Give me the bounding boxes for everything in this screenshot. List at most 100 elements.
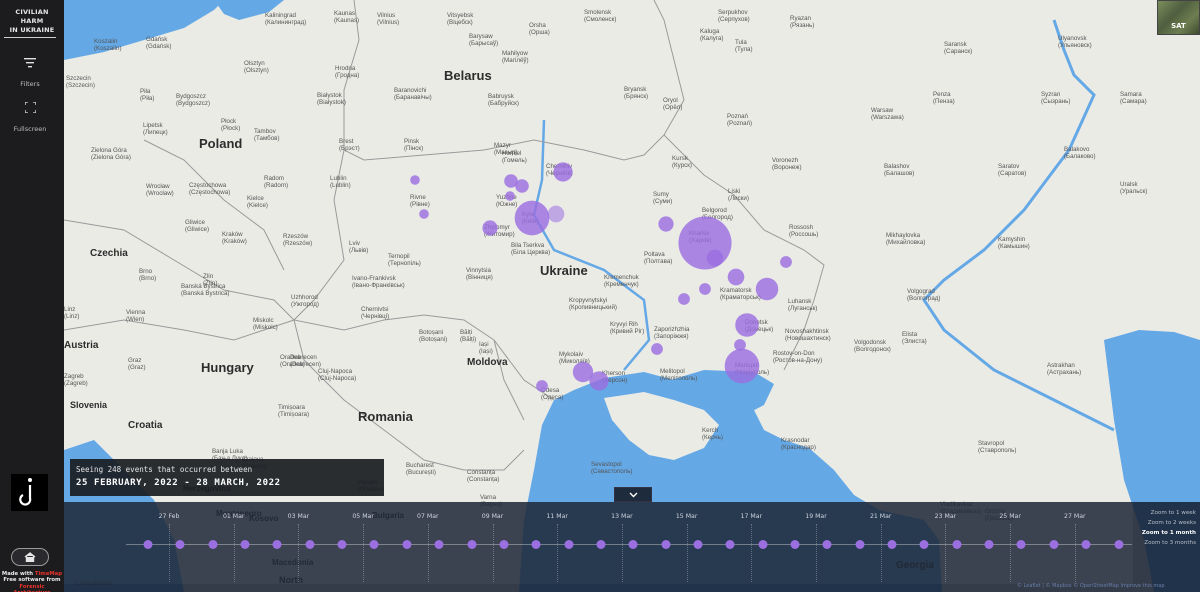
city-label: Baranovichi (Баранавічы) <box>394 87 432 101</box>
event-marker[interactable] <box>706 249 724 267</box>
timeline-event-dot[interactable] <box>855 540 865 549</box>
timeline-collapse-button[interactable] <box>614 487 652 502</box>
satellite-toggle-label: SAT <box>1171 22 1186 30</box>
timeline-date-label: 17 Mar <box>740 513 763 520</box>
timeline-date-label: 23 Mar <box>934 513 957 520</box>
city-label: Constanța (Constanța) <box>467 469 499 483</box>
event-summary-text: Seeing 248 events that occurred between <box>76 465 253 474</box>
country-label: Poland <box>199 136 242 151</box>
app-title-line2: IN UKRAINE <box>9 26 55 34</box>
timeline-event-dot[interactable] <box>1081 540 1091 549</box>
title-divider <box>4 37 56 38</box>
timeline-date-label: 07 Mar <box>417 513 439 520</box>
timeline[interactable]: 27 Feb 01 Mar 03 Mar 05 Mar 07 Mar 09 Mar 11 M… <box>64 502 1200 592</box>
event-marker[interactable] <box>755 277 779 301</box>
timeline-event-dot[interactable] <box>1049 540 1059 549</box>
event-marker[interactable] <box>505 191 515 201</box>
country-label: Croatia <box>128 420 163 431</box>
filter-icon <box>24 58 36 68</box>
app-title: CIVILIAN HARM IN UKRAINE <box>3 8 61 35</box>
timeline-event-dot[interactable] <box>564 540 574 549</box>
event-marker[interactable] <box>419 209 429 219</box>
timeline-event-dot[interactable] <box>434 540 444 549</box>
event-marker[interactable] <box>678 216 732 270</box>
city-label: Uzhhorod (Ужгород) <box>291 294 319 308</box>
timeline-date-label: 03 Mar <box>287 513 310 520</box>
event-marker[interactable] <box>514 200 550 236</box>
timeline-tick <box>298 524 300 582</box>
event-marker[interactable] <box>658 216 674 232</box>
timeline-event-dot[interactable] <box>952 540 962 549</box>
timeline-event-dot[interactable] <box>175 540 185 549</box>
event-marker[interactable] <box>410 175 420 185</box>
city-label: Banská Bystrica (Banská Bystrica) <box>181 283 229 297</box>
timeline-event-dot[interactable] <box>272 540 282 549</box>
event-marker[interactable] <box>780 256 792 268</box>
event-marker[interactable] <box>547 205 565 223</box>
timeline-event-dot[interactable] <box>369 540 379 549</box>
timeline-event-dot[interactable] <box>531 540 541 549</box>
timeline-event-dot[interactable] <box>628 540 638 549</box>
timeline-date-label: 11 Mar <box>546 513 568 520</box>
event-marker[interactable] <box>553 162 573 182</box>
event-marker[interactable] <box>699 283 711 295</box>
zoom-option[interactable]: Zoom to 3 months <box>1144 540 1196 546</box>
timemap-link[interactable]: TimeMap <box>35 571 62 577</box>
logo <box>11 474 48 511</box>
timeline-event-dot[interactable] <box>919 540 929 549</box>
timeline-event-dot[interactable] <box>208 540 218 549</box>
timeline-event-dot[interactable] <box>661 540 671 549</box>
timeline-event-dot[interactable] <box>143 540 153 549</box>
satellite-toggle-button[interactable]: SAT <box>1157 0 1200 35</box>
event-marker[interactable] <box>727 268 745 286</box>
timeline-event-dot[interactable] <box>1016 540 1026 549</box>
timeline-event-dot[interactable] <box>758 540 768 549</box>
event-marker[interactable] <box>651 343 663 355</box>
timeline-event-dot[interactable] <box>499 540 509 549</box>
forensic-architecture-link[interactable]: Forensic Architecture <box>0 584 64 592</box>
event-marker[interactable] <box>504 174 518 188</box>
event-marker[interactable] <box>678 293 690 305</box>
zoom-option[interactable]: Zoom to 1 week <box>1151 510 1196 516</box>
city-label: Kamyshin (Камышин) <box>998 236 1030 250</box>
event-marker[interactable] <box>589 371 609 391</box>
timeline-event-dot[interactable] <box>240 540 250 549</box>
timeline-event-dot[interactable] <box>596 540 606 549</box>
country-label: Hungary <box>201 360 255 375</box>
country-label: Moldova <box>467 357 508 368</box>
timeline-tick <box>751 524 753 582</box>
timeline-event-dot[interactable] <box>822 540 832 549</box>
event-marker[interactable] <box>735 313 759 337</box>
app-root: CIVILIAN HARM IN UKRAINE Filters Fullscr… <box>0 0 1200 592</box>
fullscreen-label: Fullscreen <box>13 125 47 133</box>
timeline-event-dot[interactable] <box>1114 540 1123 549</box>
home-button[interactable] <box>11 548 49 566</box>
country-label: Belarus <box>444 68 492 83</box>
timeline-event-dot[interactable] <box>725 540 735 549</box>
timeline-event-dot[interactable] <box>693 540 703 549</box>
fullscreen-button[interactable]: Fullscreen <box>4 102 56 135</box>
timeline-track[interactable]: 27 Feb 01 Mar 03 Mar 05 Mar 07 Mar 09 Mar 11 M… <box>64 502 1133 584</box>
timeline-event-dot[interactable] <box>887 540 897 549</box>
country-label: Romania <box>358 409 414 424</box>
event-marker[interactable] <box>724 348 760 384</box>
city-label: Wrocław (Wrocław) <box>146 183 174 197</box>
timeline-event-dot[interactable] <box>305 540 315 549</box>
city-label: Rzeszów (Rzeszów) <box>283 233 312 247</box>
event-marker[interactable] <box>482 220 498 236</box>
timeline-event-dot[interactable] <box>790 540 800 549</box>
timeline-event-dot[interactable] <box>467 540 476 549</box>
timeline-event-dot[interactable] <box>337 540 347 549</box>
zoom-option[interactable]: Zoom to 2 weeks <box>1148 520 1196 526</box>
city-label: Vinnytsia (Вінниця) <box>466 267 493 281</box>
zoom-option[interactable]: Zoom to 1 month <box>1142 530 1196 536</box>
event-marker[interactable] <box>536 380 548 392</box>
city-label: Szczecin (Szczecin) <box>66 75 95 89</box>
timeline-event-dot[interactable] <box>984 540 994 549</box>
timeline-tick <box>621 524 623 582</box>
timeline-event-dot[interactable] <box>402 540 412 549</box>
country-label: Slovenia <box>70 400 108 410</box>
city-label: Bucharest (București) <box>406 462 436 476</box>
country-label: Ukraine <box>540 263 588 278</box>
filters-button[interactable]: Filters <box>4 58 56 90</box>
